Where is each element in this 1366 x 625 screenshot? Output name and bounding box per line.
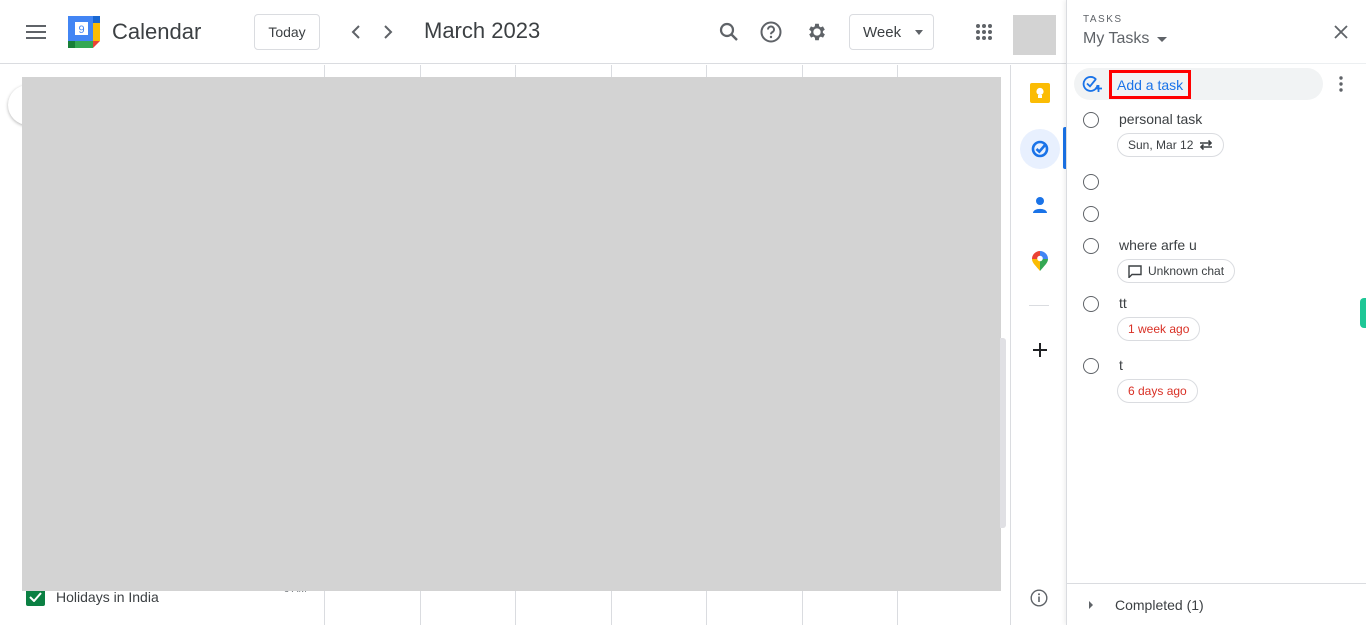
repeat-icon	[1200, 139, 1213, 151]
task-date-chip[interactable]: Sun, Mar 12	[1117, 133, 1225, 157]
task-complete-checkbox[interactable]	[1083, 206, 1099, 222]
account-avatar[interactable]	[1013, 15, 1056, 55]
tasks-panel: TASKS My Tasks Add a task personal task …	[1066, 0, 1366, 625]
task-source-chip[interactable]: Unknown chat	[1117, 259, 1236, 283]
add-task-button[interactable]: Add a task	[1074, 68, 1323, 100]
close-icon	[1334, 25, 1348, 39]
caret-down-icon	[1157, 36, 1168, 42]
task-title[interactable]: t	[1119, 357, 1123, 373]
calendar-main: Holidays in India 9 AM	[0, 65, 1010, 625]
rail-divider	[1029, 305, 1049, 306]
task-complete-checkbox[interactable]	[1083, 238, 1099, 254]
task-title[interactable]: where arfe u	[1119, 237, 1197, 253]
redacted-region	[22, 77, 1001, 591]
tasks-check-icon	[1031, 140, 1049, 158]
app-title: Calendar	[112, 19, 202, 44]
panel-divider	[1067, 63, 1366, 64]
view-selector[interactable]: Week	[849, 14, 934, 50]
search-icon	[719, 22, 738, 41]
keep-bulb-icon	[1030, 83, 1050, 103]
chevron-left-icon	[351, 25, 360, 39]
task-date-label: Sun, Mar 12	[1128, 138, 1194, 152]
apps-grid-icon	[976, 24, 992, 40]
task-complete-checkbox[interactable]	[1083, 112, 1099, 128]
task-list-name: My Tasks	[1083, 30, 1150, 47]
tasks-button[interactable]	[1020, 129, 1060, 169]
scrollbar[interactable]	[1000, 338, 1006, 528]
task-title[interactable]: tt	[1119, 295, 1127, 311]
period-title: March 2023	[424, 18, 541, 43]
get-addons-button[interactable]	[1020, 330, 1060, 370]
gear-icon	[809, 23, 825, 41]
calendar-app: 9 Calendar Today March 2023 Week Holiday…	[0, 0, 1366, 625]
keep-button[interactable]	[1020, 73, 1060, 113]
help-circle-icon	[760, 21, 782, 43]
task-complete-checkbox[interactable]	[1083, 174, 1099, 190]
task-list-selector[interactable]: My Tasks	[1083, 30, 1168, 48]
contacts-person-icon	[1033, 197, 1047, 213]
add-task-label[interactable]: Add a task	[1109, 70, 1192, 99]
task-overdue-chip[interactable]: 6 days ago	[1117, 379, 1198, 403]
maps-pin-icon	[1032, 251, 1048, 271]
view-selected-label: Week	[863, 23, 902, 41]
caret-down-icon	[915, 29, 924, 35]
add-task-icon	[1082, 76, 1102, 92]
contacts-button[interactable]	[1020, 185, 1060, 225]
side-handle[interactable]	[1360, 298, 1366, 328]
check-icon	[29, 591, 42, 602]
completed-label: Completed (1)	[1115, 596, 1204, 613]
close-panel-button[interactable]	[1327, 18, 1355, 46]
chevron-right-icon	[384, 25, 393, 39]
chat-icon	[1128, 264, 1142, 278]
previous-period-button[interactable]	[342, 18, 370, 46]
info-button[interactable]	[1027, 586, 1051, 610]
task-title[interactable]: personal task	[1119, 111, 1202, 127]
info-icon	[1030, 589, 1048, 607]
calendar-logo-icon: 9	[68, 16, 100, 48]
search-button[interactable]	[713, 16, 745, 48]
task-overdue-chip[interactable]: 1 week ago	[1117, 317, 1201, 341]
completed-tasks-toggle[interactable]: Completed (1)	[1067, 583, 1366, 625]
help-button[interactable]	[755, 16, 787, 48]
top-header: 9 Calendar Today March 2023 Week	[0, 0, 1066, 64]
hamburger-menu-icon	[26, 25, 46, 39]
settings-button[interactable]	[801, 16, 833, 48]
maps-button[interactable]	[1020, 241, 1060, 281]
task-complete-checkbox[interactable]	[1083, 296, 1099, 312]
main-menu-button[interactable]	[20, 16, 52, 48]
side-panel-rail	[1010, 65, 1067, 625]
caret-right-icon	[1089, 600, 1093, 609]
today-button[interactable]: Today	[254, 14, 320, 50]
next-period-button[interactable]	[374, 18, 402, 46]
more-options-button[interactable]	[1331, 72, 1351, 96]
google-apps-button[interactable]	[968, 16, 1000, 48]
task-source-label: Unknown chat	[1148, 264, 1225, 278]
plus-icon	[1033, 343, 1047, 357]
svg-text:9: 9	[78, 24, 84, 36]
more-vert-icon	[1339, 76, 1343, 92]
tasks-panel-eyebrow: TASKS	[1083, 14, 1123, 25]
task-complete-checkbox[interactable]	[1083, 358, 1099, 374]
